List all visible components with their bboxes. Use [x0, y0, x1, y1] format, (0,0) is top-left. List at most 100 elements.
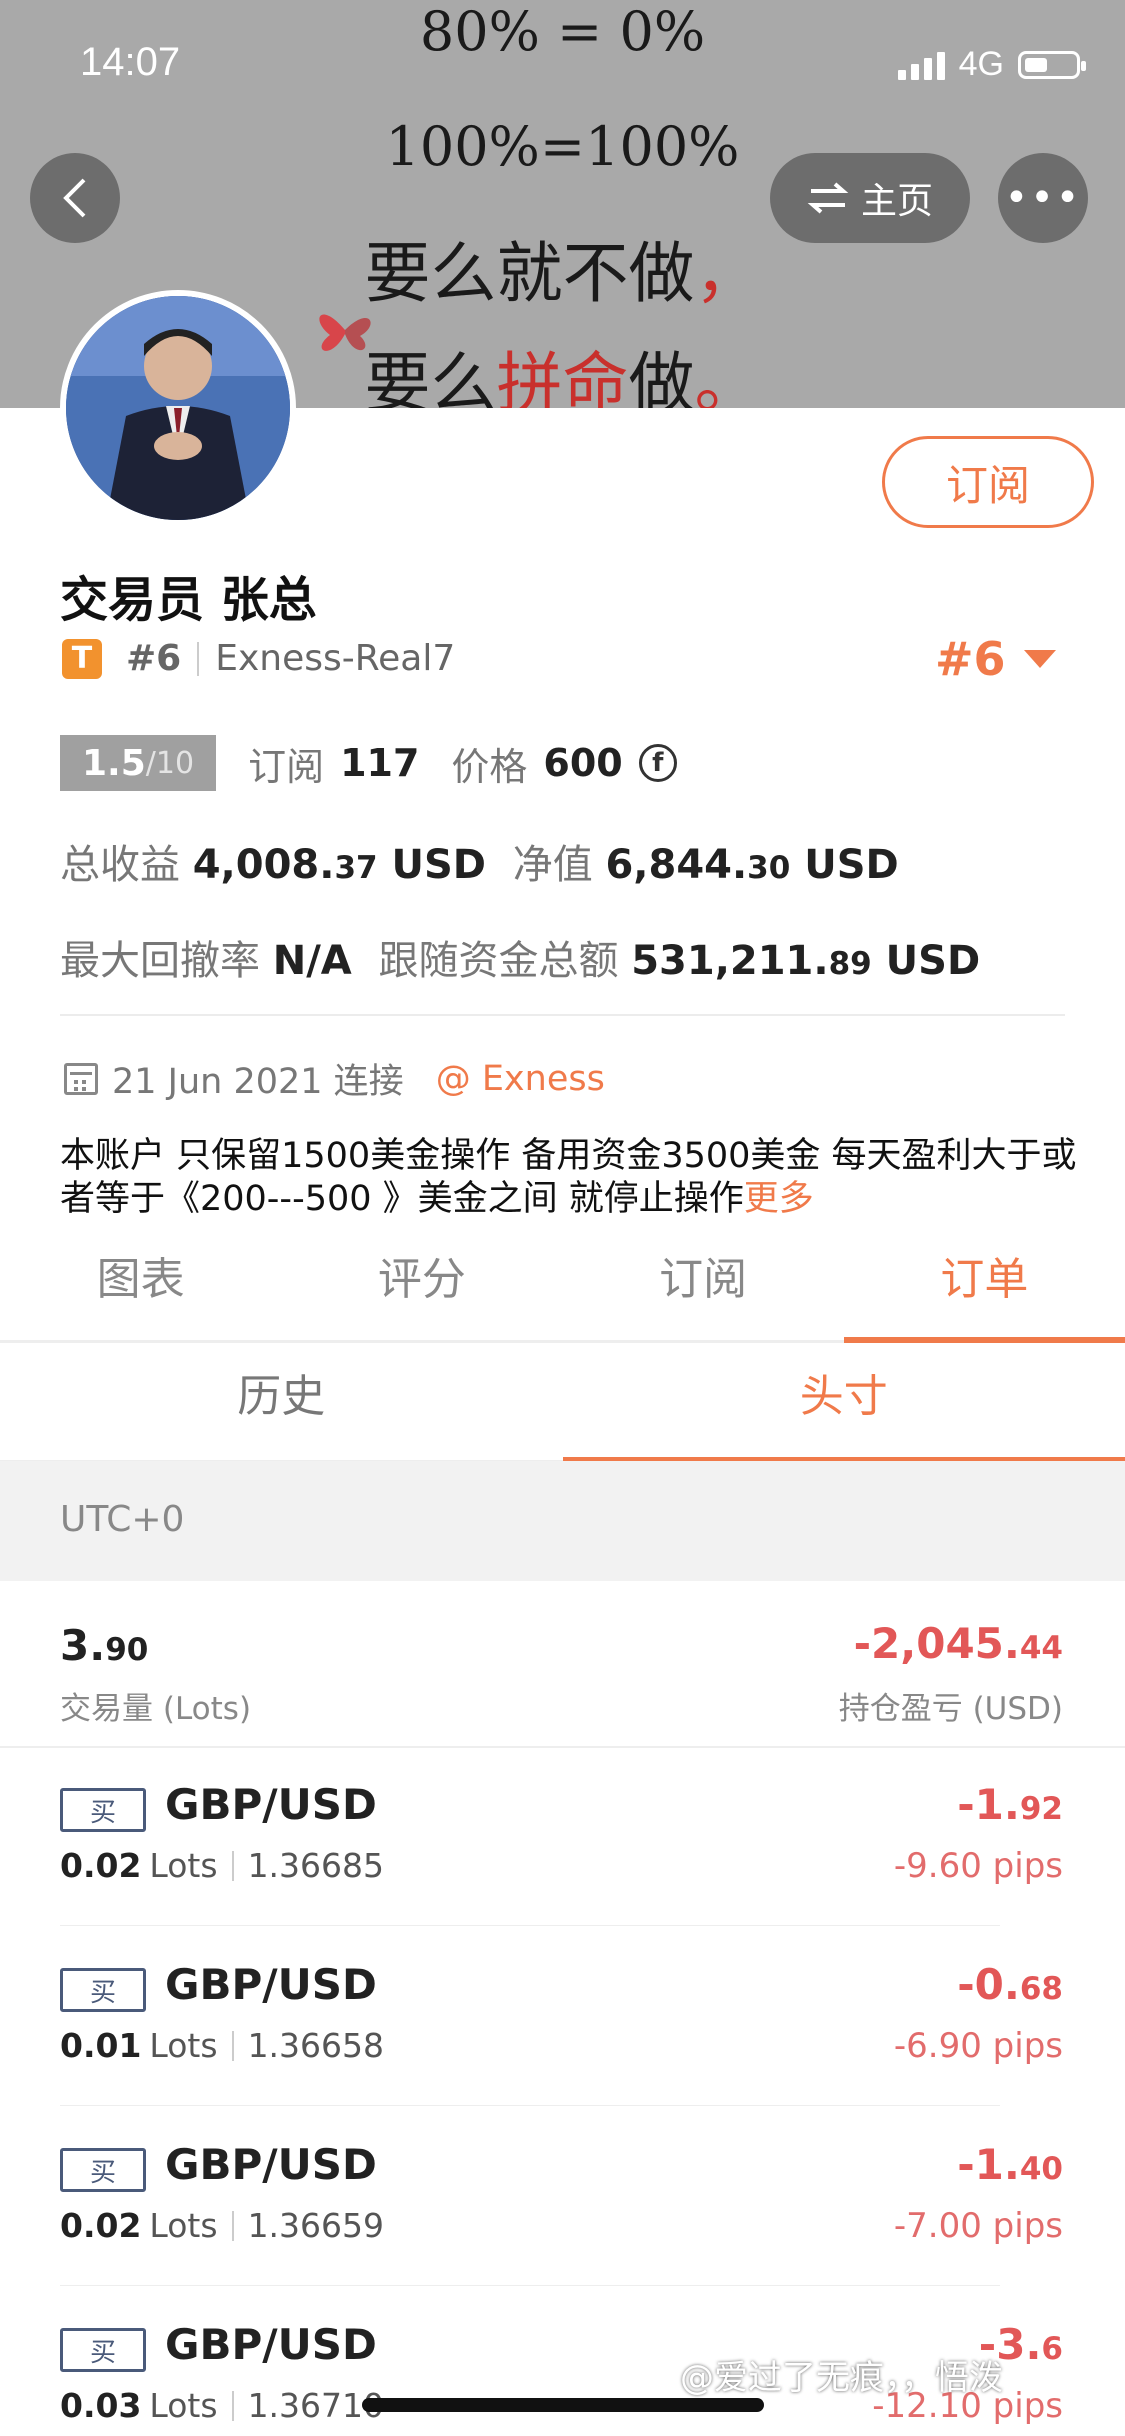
butterfly-icon [319, 314, 371, 351]
swap-icon [807, 182, 849, 214]
pnl-dec: 92 [1019, 1791, 1063, 1827]
subscriptions-value: 117 [340, 741, 420, 785]
volume-int: 3. [60, 1621, 106, 1670]
tab-orders[interactable]: 订单 [843, 1240, 1125, 1343]
server-name: Exness-Real7 [215, 638, 456, 679]
banner-line-4-d: 。 [694, 345, 761, 408]
tab-rating[interactable]: 评分 [281, 1240, 562, 1340]
pnl-dec: 68 [1019, 1971, 1063, 2007]
broker-link[interactable]: @ Exness [436, 1059, 605, 1099]
back-button[interactable] [30, 153, 120, 243]
max-drawdown-label: 最大回撤率 [60, 938, 260, 984]
position-pips: -7.00 pips [893, 2206, 1063, 2246]
position-pnl: -0.68 [957, 1960, 1063, 2009]
lots-unit: Lots [149, 2026, 218, 2065]
connection-date: 21 Jun 2021 连接 [112, 1062, 404, 1102]
home-button-label: 主页 [860, 181, 933, 222]
floating-pnl-int: -2,045. [853, 1619, 1020, 1668]
floating-pnl-value: -2,045.44 [854, 1619, 1063, 1668]
score-denominator: /10 [145, 745, 195, 781]
coin-icon: f [638, 744, 677, 782]
timezone-bar: UTC+0 [0, 1461, 1125, 1581]
network-label: 4G [958, 45, 1004, 83]
rank-selector[interactable]: #6 [935, 632, 1056, 686]
lots-separator [231, 2390, 234, 2421]
more-link[interactable]: 更多 [744, 1179, 814, 1219]
tab-chart[interactable]: 图表 [0, 1240, 281, 1340]
subscribe-button[interactable]: 订阅 [882, 436, 1094, 528]
pnl-dec: 6 [1041, 2331, 1063, 2367]
subtab-positions[interactable]: 头寸 [562, 1345, 1125, 1463]
trader-name: 交易员 张总 [60, 572, 317, 628]
equity-label: 净值 [512, 842, 593, 888]
equity-int: 6,844. [605, 842, 748, 888]
lots-value: 0.03 [60, 2386, 142, 2425]
open-price: 1.36685 [247, 1846, 385, 1885]
position-pips: -9.60 pips [893, 1846, 1063, 1886]
price-label: 价格 [451, 744, 528, 789]
follow-funds-unit: USD [885, 938, 981, 984]
banner-line-3-text: 要么就不做 [364, 235, 695, 312]
order-subtabs: 历史 头寸 [0, 1345, 1125, 1463]
volume-value: 3.90 [60, 1621, 148, 1670]
status-indicators: 4G [897, 45, 1086, 84]
position-pips: -6.90 pips [893, 2026, 1063, 2066]
stats-row-3: 最大回撤率 N/A 跟随资金总额 531,211.89 USD [60, 928, 980, 986]
banner-line-4-b: 拼命 [496, 345, 629, 408]
signal-icon [897, 50, 945, 80]
score-badge: 1.5/10 [60, 735, 217, 791]
buy-tag: 买 [60, 2148, 146, 2192]
price-value: 600 [543, 741, 623, 785]
banner-line-3-punct: ， [694, 235, 761, 312]
meta-separator [197, 641, 200, 676]
volume-dec: 90 [105, 1632, 149, 1668]
open-price: 1.36659 [247, 2206, 385, 2245]
banner-line-4-a: 要么 [364, 345, 497, 408]
position-row[interactable]: 买 GBP/USD 0.02 Lots 1.36659 -1.40 -7.00 pi… [0, 2106, 1125, 2286]
pnl-int: -0. [957, 1960, 1020, 2009]
home-button[interactable]: 主页 [770, 153, 970, 243]
triangle-down-icon [1023, 650, 1056, 668]
section-divider [60, 1014, 1065, 1016]
lots-unit: Lots [149, 2206, 218, 2245]
buy-tag: 买 [60, 1968, 146, 2012]
open-price: 1.36658 [247, 2026, 385, 2065]
chevron-left-icon [63, 178, 86, 218]
score-value: 1.5 [82, 742, 146, 784]
pnl-dec: 40 [1019, 2151, 1063, 2187]
equity-unit: USD [804, 842, 899, 888]
connection-info: 21 Jun 2021 连接 @ Exness [64, 1053, 605, 1104]
symbol: GBP/USD [165, 2140, 377, 2189]
floating-pnl-dec: 44 [1019, 1630, 1063, 1666]
equity-value: 6,844.30 USD [605, 842, 898, 888]
lots-unit: Lots [149, 2386, 218, 2425]
home-indicator[interactable] [362, 2398, 764, 2412]
floating-pnl-label: 持仓盈亏 (USD) [838, 1691, 1063, 1727]
max-drawdown-value: N/A [272, 938, 352, 984]
position-row[interactable]: 买 GBP/USD 0.01 Lots 1.36658 -0.68 -6.90 pi… [0, 1926, 1125, 2106]
subscriptions-label: 订阅 [248, 744, 325, 789]
stats-row-2: 总收益 4,008.37 USD 净值 6,844.30 USD [60, 832, 899, 890]
symbol: GBP/USD [165, 1960, 377, 2009]
lots-separator [231, 2210, 234, 2241]
lots-info: 0.01 Lots 1.36658 [60, 2026, 384, 2065]
lots-value: 0.02 [60, 1846, 142, 1885]
battery-icon [1018, 50, 1086, 79]
position-pnl: -1.40 [957, 2140, 1063, 2189]
rank-label: #6 [126, 638, 182, 679]
pnl-int: -1. [957, 1780, 1020, 1829]
timezone-label: UTC+0 [60, 1499, 185, 1540]
symbol: GBP/USD [165, 2320, 377, 2369]
total-profit-dec: 37 [334, 850, 378, 886]
account-description: 本账户 只保留1500美金操作 备用资金3500美金 每天盈利大于或者等于《20… [60, 1135, 1080, 1221]
subtab-history[interactable]: 历史 [0, 1345, 563, 1460]
rank-selector-label: #6 [935, 632, 1006, 686]
tier-badge: T [62, 638, 102, 679]
lots-unit: Lots [149, 1846, 218, 1885]
avatar[interactable] [60, 290, 296, 526]
lots-separator [231, 2030, 234, 2061]
description-text: 本账户 只保留1500美金操作 备用资金3500美金 每天盈利大于或者等于《20… [60, 1136, 1077, 1219]
position-row[interactable]: 买 GBP/USD 0.02 Lots 1.36685 -1.92 -9.60 pi… [0, 1746, 1125, 1926]
tab-subscription[interactable]: 订阅 [563, 1240, 844, 1340]
more-options-button[interactable]: ••• [998, 153, 1088, 243]
